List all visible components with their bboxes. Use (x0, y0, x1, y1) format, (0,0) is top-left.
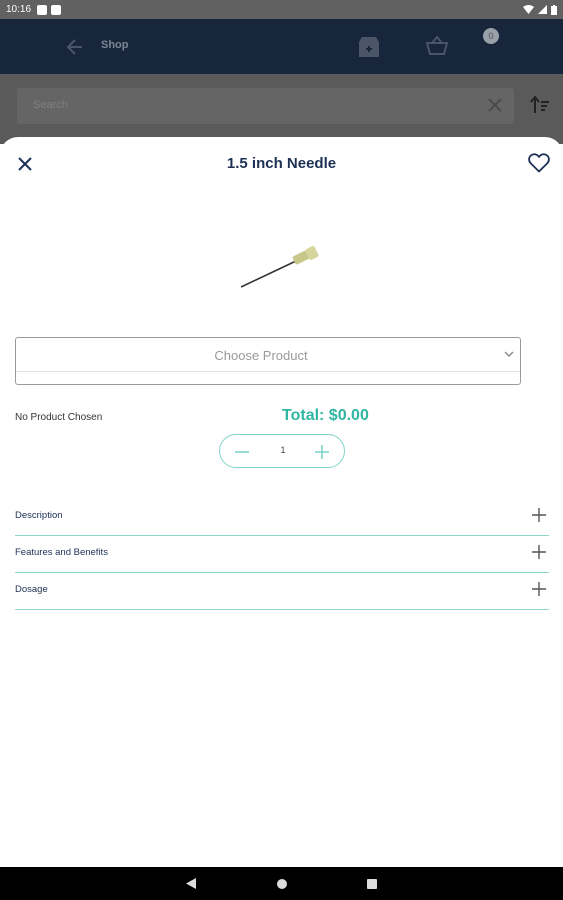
plus-icon[interactable] (531, 544, 547, 560)
accordion-dosage[interactable]: Dosage (15, 573, 549, 610)
status-time: 10:16 (6, 4, 32, 15)
product-sheet: 1.5 inch Needle Choose Product No Produc… (0, 137, 563, 867)
cart-count-badge: 0 (483, 28, 499, 44)
accordion-label: Features and Benefits (15, 547, 108, 558)
search-input[interactable]: Search (17, 88, 514, 124)
storage-icon (51, 4, 62, 15)
selection-status: No Product Chosen (15, 412, 103, 423)
store-icon[interactable] (358, 37, 380, 57)
product-title: 1.5 inch Needle (226, 155, 337, 172)
nav-recents-icon[interactable] (367, 879, 377, 889)
select-field[interactable]: Choose Product (16, 338, 520, 372)
nav-home-icon[interactable] (277, 879, 287, 889)
select-placeholder: Choose Product (214, 348, 308, 363)
plus-icon[interactable] (531, 581, 547, 597)
system-nav-bar (0, 867, 563, 900)
accordion-label: Description (15, 510, 63, 521)
basket-icon[interactable] (426, 35, 448, 55)
search-row: Search (0, 74, 563, 144)
status-bar: 10:16 (0, 0, 563, 19)
quantity-stepper: 1 (219, 434, 345, 468)
search-placeholder: Search (33, 99, 68, 111)
app-bar-title: Shop (101, 39, 129, 51)
wifi-icon (523, 5, 534, 14)
sort-icon[interactable] (530, 96, 550, 114)
nav-back-icon[interactable] (186, 878, 196, 889)
chevron-down-icon[interactable] (504, 350, 514, 358)
plus-icon[interactable] (531, 507, 547, 523)
signal-icon (538, 5, 547, 14)
app-bar: Shop 0 (0, 19, 563, 74)
back-arrow-icon[interactable] (64, 36, 86, 58)
battery-icon (551, 4, 557, 15)
notification-icon (37, 4, 48, 15)
choose-product-select[interactable]: Choose Product (15, 337, 521, 385)
accordion-label: Dosage (15, 584, 48, 595)
accordion-features[interactable]: Features and Benefits (15, 536, 549, 573)
plus-icon[interactable] (314, 444, 330, 460)
product-image (240, 246, 319, 288)
clear-icon[interactable] (488, 98, 502, 112)
accordion-description[interactable]: Description (15, 499, 549, 536)
heart-icon[interactable] (528, 153, 550, 173)
total-price: Total: $0.00 (282, 407, 369, 424)
